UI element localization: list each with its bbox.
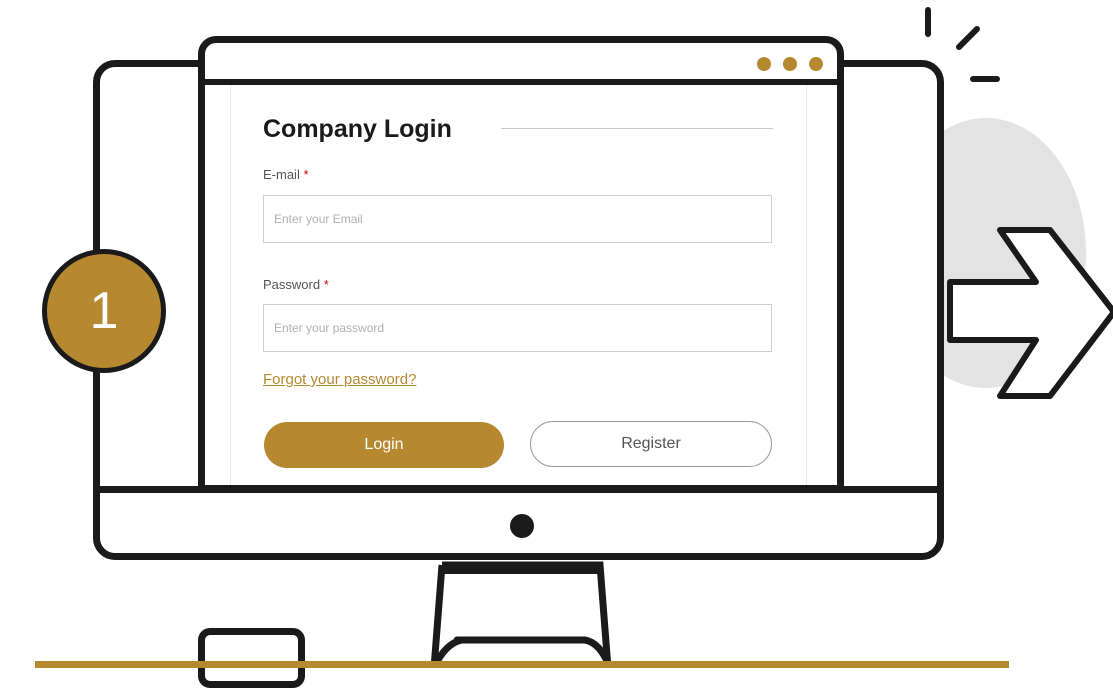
- browser-title-bar: [205, 43, 837, 85]
- email-label: E-mail: [263, 167, 300, 182]
- password-field[interactable]: [263, 304, 772, 352]
- password-required-marker: *: [323, 277, 329, 292]
- email-field[interactable]: [263, 195, 772, 243]
- window-dot: [809, 57, 823, 71]
- email-label-wrap: E-mail *: [263, 167, 309, 182]
- step-number-badge: 1: [42, 249, 166, 373]
- monitor-stand: [430, 561, 614, 668]
- password-label-wrap: Password *: [263, 277, 329, 292]
- desk-object: [198, 628, 305, 688]
- email-required-marker: *: [303, 167, 309, 182]
- ground-line: [35, 661, 1009, 668]
- title-divider: [501, 128, 773, 129]
- forgot-password-link[interactable]: Forgot your password?: [263, 371, 416, 388]
- webcam-dot-icon: [510, 514, 534, 538]
- browser-window: Company Login E-mail * Password * Forgot…: [198, 36, 844, 492]
- password-label: Password: [263, 277, 321, 292]
- window-dot: [757, 57, 771, 71]
- register-button[interactable]: Register: [530, 421, 772, 467]
- chevron-arrow-right-icon: [947, 227, 1113, 399]
- page-title: Company Login: [263, 115, 452, 143]
- login-button[interactable]: Login: [264, 422, 504, 468]
- window-dot: [783, 57, 797, 71]
